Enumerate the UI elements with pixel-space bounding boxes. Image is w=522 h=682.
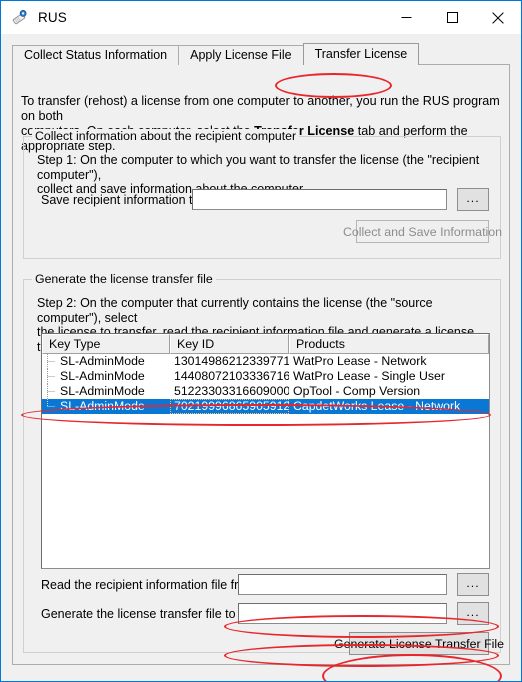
table-row[interactable]: SL-AdminMode 702199968659059127 CapdetWork… [42, 399, 489, 414]
license-list-body: SL-AdminMode 13014986212339771 WatPro Leas… [42, 354, 489, 414]
column-header-products[interactable]: Products [289, 334, 489, 354]
rus-application-window: RUS To transfer (rehost) a license from … [0, 0, 522, 682]
cell-key-id: 13014986212339771 [174, 354, 289, 368]
column-header-key-type[interactable]: Key Type [42, 334, 170, 354]
intro-line-1: To transfer (rehost) a license from one … [21, 94, 500, 123]
table-row[interactable]: SL-AdminMode 13014986212339771 WatPro Leas… [42, 354, 489, 369]
tab-page-transfer-license: To transfer (rehost) a license from one … [12, 64, 510, 665]
cell-products: WatPro Lease - Network [293, 354, 427, 368]
tree-branch-icon [46, 399, 58, 414]
license-list-view[interactable]: Key Type Key ID Products SL-AdminMode 130… [41, 333, 490, 569]
cell-key-type: SL-AdminMode [60, 399, 145, 413]
group-generate-transfer-file: Generate the license transfer file Step … [23, 272, 504, 655]
tree-branch-icon [46, 369, 58, 384]
cell-products: WatPro Lease - Single User [293, 369, 445, 383]
column-header-key-id[interactable]: Key ID [170, 334, 289, 354]
table-row[interactable]: SL-AdminMode 144080721033367163 WatPro Lea… [42, 369, 489, 384]
generate-license-transfer-file-button[interactable]: Generate License Transfer File [334, 632, 504, 655]
tab-collect-status-information[interactable]: Collect Status Information [12, 45, 180, 65]
generate-transfer-file-browse-button[interactable]: ... [457, 602, 489, 625]
tree-branch-icon [46, 354, 58, 369]
read-recipient-file-input[interactable] [238, 574, 447, 595]
selected-tab-seam [303, 64, 419, 66]
title-bar: RUS [1, 1, 521, 34]
tab-label: Apply License File [190, 48, 292, 62]
cell-key-id: 702199968659059127 [170, 399, 289, 414]
group-collect-recipient-info: Collect information about the recipient … [23, 129, 502, 259]
read-recipient-file-browse-button[interactable]: ... [457, 573, 489, 596]
close-icon[interactable] [475, 1, 521, 34]
cell-key-type: SL-AdminMode [60, 369, 145, 383]
license-list-header: Key Type Key ID Products [42, 334, 489, 354]
maximize-icon[interactable] [429, 1, 475, 34]
save-recipient-browse-button[interactable]: ... [457, 188, 489, 211]
step2-line-1: Step 2: On the computer that currently c… [37, 296, 433, 325]
tab-label: Transfer License [314, 47, 408, 61]
generate-transfer-file-label: Generate the license transfer file to [41, 607, 236, 621]
collect-and-save-information-button[interactable]: Collect and Save Information [343, 220, 502, 243]
group-transfer-legend: Generate the license transfer file [32, 272, 216, 286]
cell-products: CapdetWorks Lease - Network [293, 399, 461, 413]
save-recipient-info-label: Save recipient information to [41, 193, 200, 207]
window-controls [383, 1, 521, 34]
save-recipient-info-input[interactable] [192, 189, 447, 210]
tab-strip: Collect Status Information Apply License … [12, 43, 420, 66]
tab-label: Collect Status Information [24, 48, 168, 62]
cell-key-id: 512233033166090006 [174, 384, 289, 398]
generate-transfer-file-input[interactable] [238, 603, 447, 624]
step1-line-1: Step 1: On the computer to which you wan… [37, 153, 480, 182]
tree-branch-icon [46, 384, 58, 399]
table-row[interactable]: SL-AdminMode 512233033166090006 OpTool - C… [42, 384, 489, 399]
cell-key-id: 144080721033367163 [174, 369, 289, 383]
cell-products: OpTool - Comp Version [293, 384, 421, 398]
minimize-icon[interactable] [383, 1, 429, 34]
cell-key-type: SL-AdminMode [60, 384, 145, 398]
window-title: RUS [38, 10, 67, 25]
tab-transfer-license[interactable]: Transfer License [302, 43, 420, 66]
read-recipient-file-label: Read the recipient information file from [41, 578, 256, 592]
cell-key-type: SL-AdminMode [60, 354, 145, 368]
license-key-tag-icon [10, 8, 30, 28]
group-recipient-legend: Collect information about the recipient … [32, 129, 300, 143]
tab-apply-license-file[interactable]: Apply License File [178, 45, 304, 65]
client-area: To transfer (rehost) a license from one … [1, 34, 521, 681]
